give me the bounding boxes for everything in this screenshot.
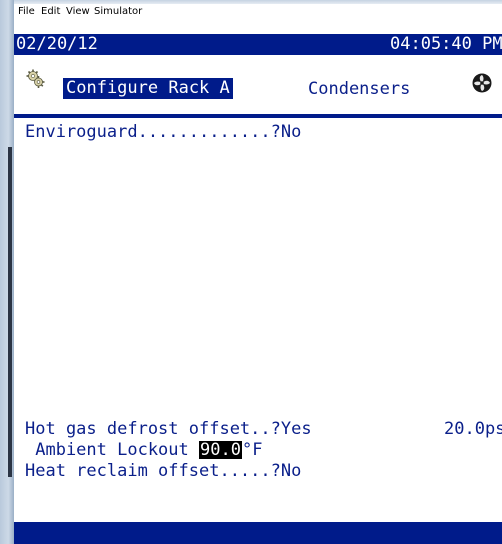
setting-ambient-lockout: Ambient Lockout 90.0°F xyxy=(25,440,262,461)
setting-hot-gas-pressure: 20.0psi xyxy=(444,419,502,439)
fan-icon[interactable] xyxy=(472,73,492,93)
bottom-status-bar xyxy=(14,522,502,544)
menu-view[interactable]: View xyxy=(66,6,90,17)
frame-shadow xyxy=(8,147,12,477)
ambient-lockout-label: Ambient Lockout xyxy=(25,440,199,460)
ambient-lockout-value-field[interactable]: 90.0 xyxy=(199,441,242,459)
header-divider xyxy=(14,114,502,118)
menu-bar: File Edit View Simulator xyxy=(14,4,502,30)
gear-icon[interactable] xyxy=(24,68,46,90)
menu-simulator[interactable]: Simulator xyxy=(94,6,142,17)
window-frame-left xyxy=(0,0,14,544)
controller-screen: 02/20/12 04:05:40 PM Configure Rack A Co… xyxy=(14,30,502,544)
status-date: 02/20/12 xyxy=(16,34,98,54)
status-bar: 02/20/12 04:05:40 PM xyxy=(14,34,502,55)
status-time: 04:05:40 PM xyxy=(390,34,502,54)
page-subtitle: Condensers xyxy=(308,79,411,99)
ambient-lockout-unit: °F xyxy=(241,440,263,460)
setting-heat-reclaim[interactable]: Heat reclaim offset.....?No xyxy=(25,461,301,482)
menu-edit[interactable]: Edit xyxy=(41,6,60,17)
page-title: Configure Rack A xyxy=(63,78,233,99)
screen-header: Configure Rack A Condensers xyxy=(14,55,502,115)
setting-hot-gas-defrost[interactable]: Hot gas defrost offset..?Yes xyxy=(25,419,312,440)
setting-enviroguard[interactable]: Enviroguard.............?No xyxy=(25,122,301,143)
menu-file[interactable]: File xyxy=(18,6,35,17)
